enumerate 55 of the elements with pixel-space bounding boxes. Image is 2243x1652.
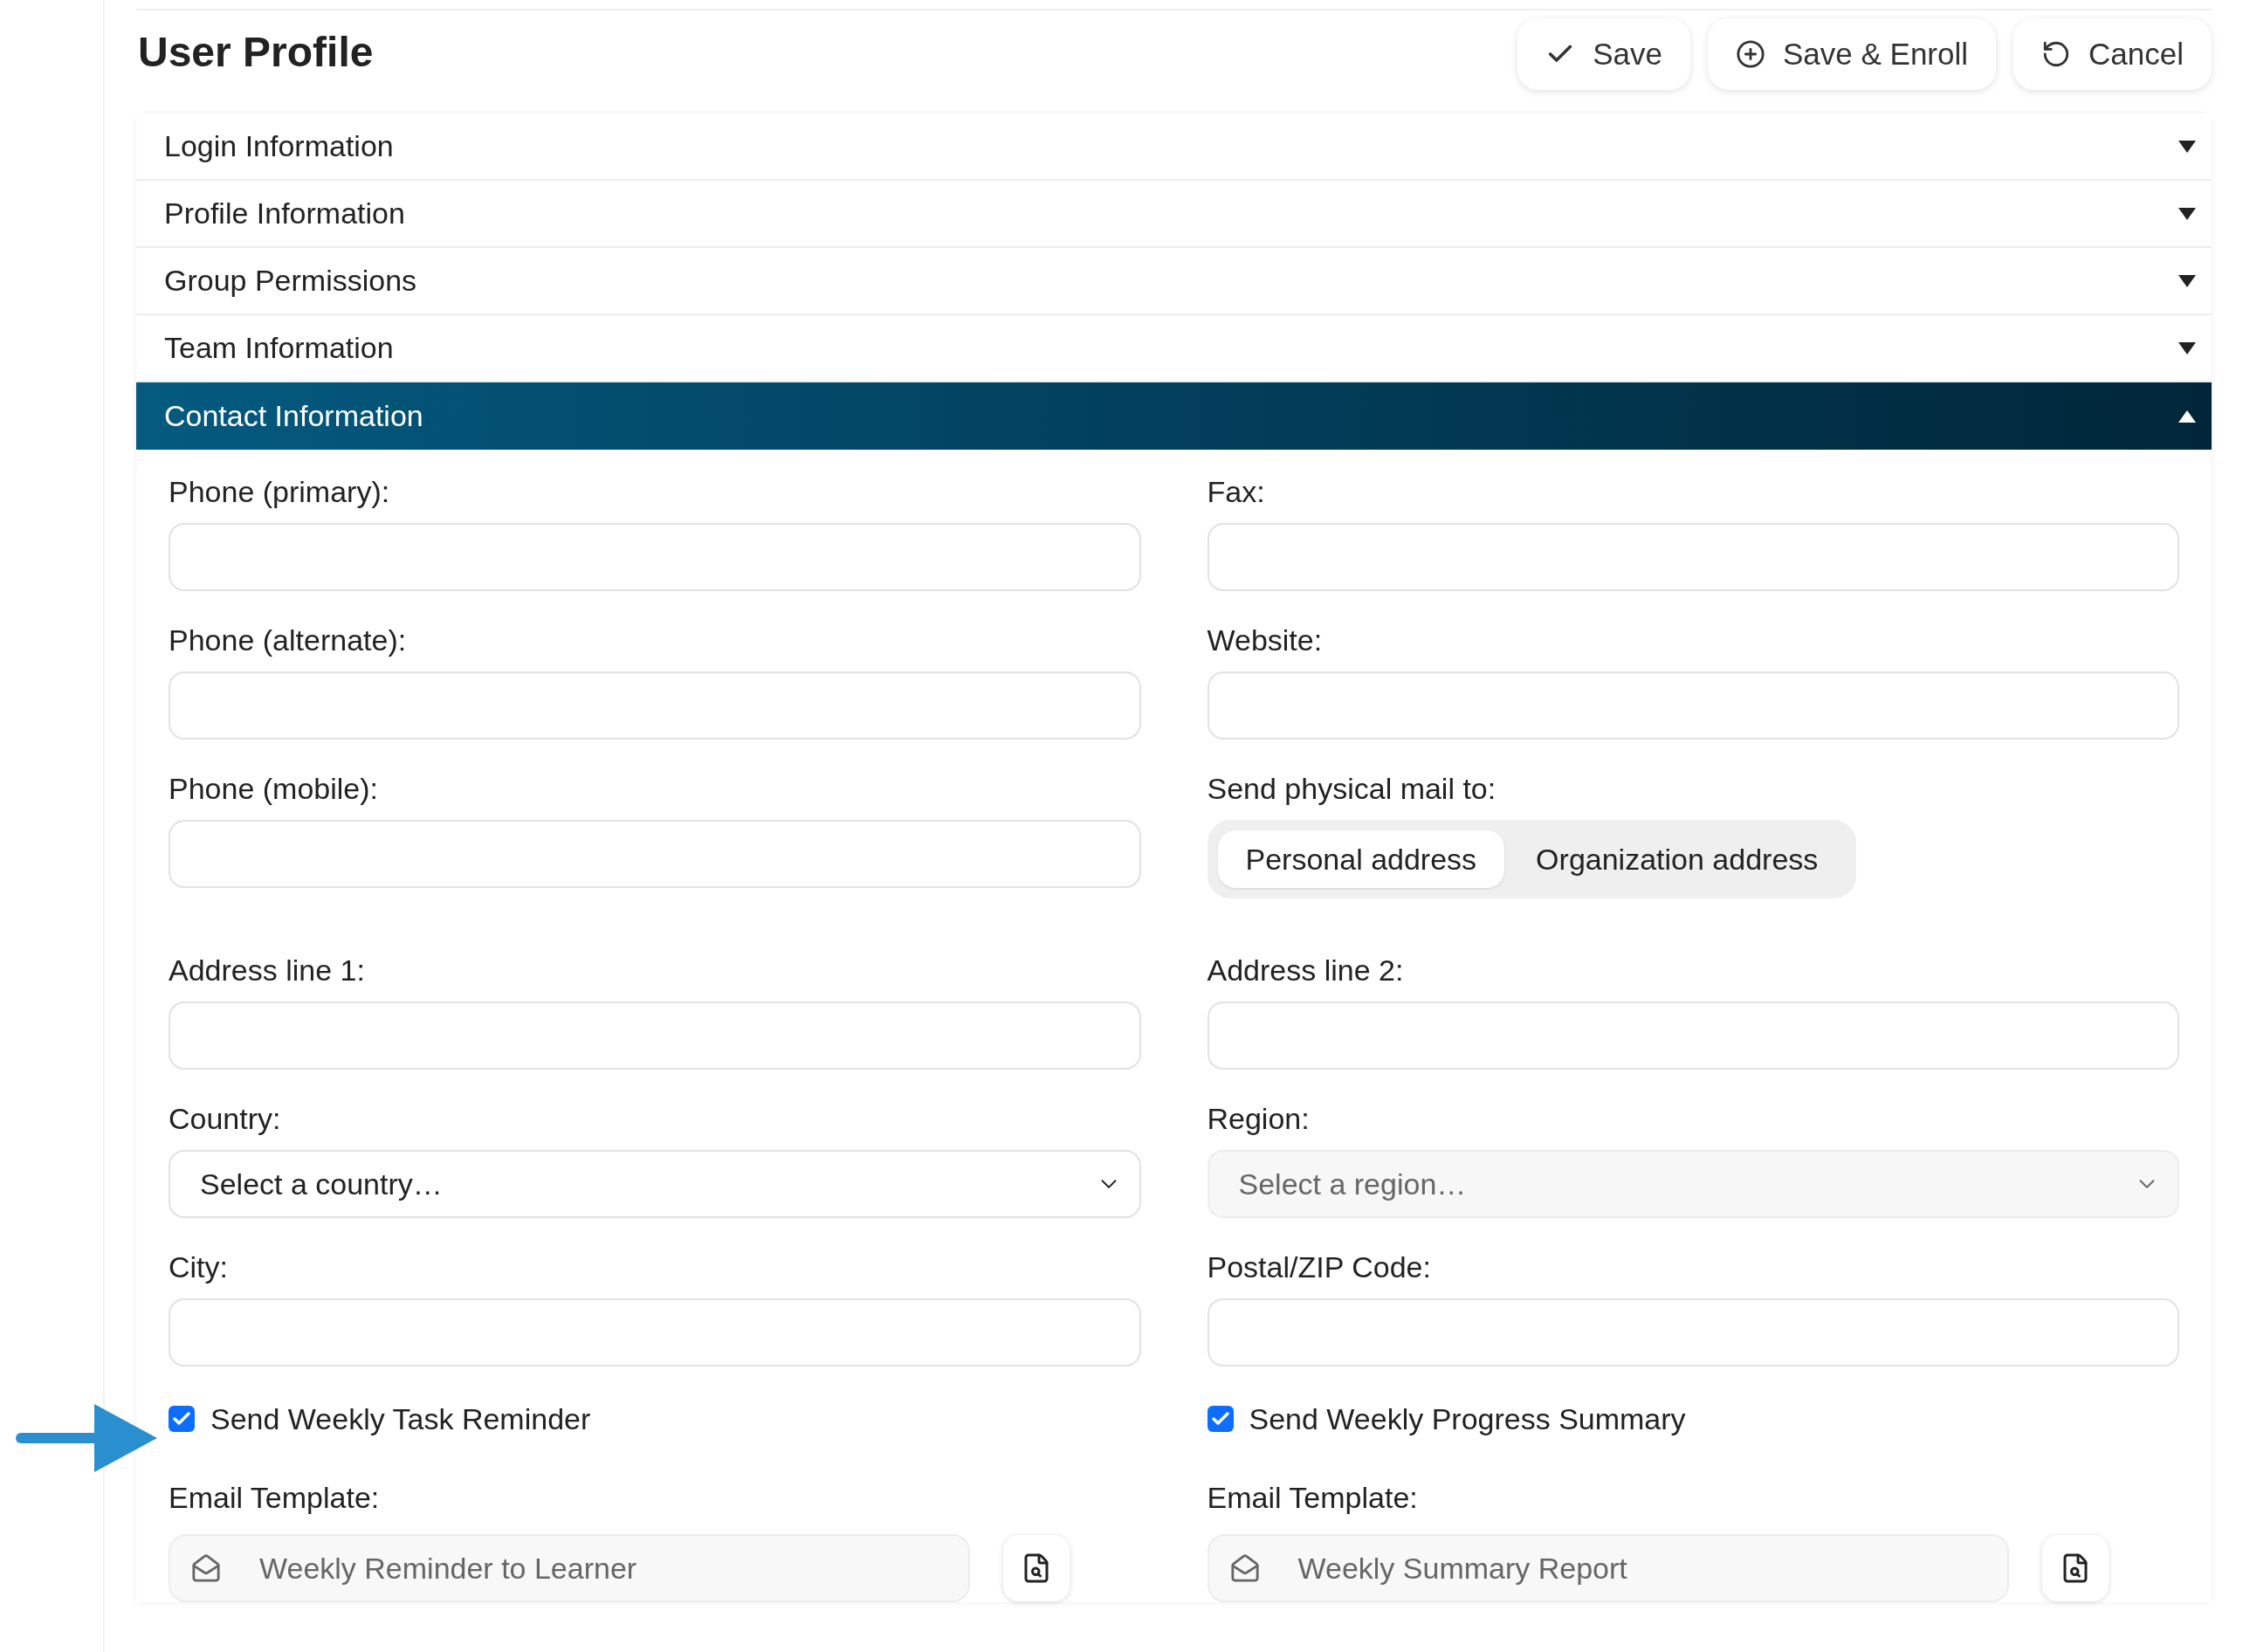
field-label: Region:	[1207, 1101, 1311, 1137]
input-field[interactable]	[1207, 671, 2179, 740]
segment-option[interactable]: Personal address	[1217, 830, 1505, 888]
checkbox-label: Send Weekly Task Reminder	[210, 1401, 591, 1437]
field-label: City:	[169, 1249, 229, 1285]
field-label: Phone (mobile):	[169, 771, 379, 807]
field-label: Fax:	[1207, 474, 1266, 510]
template-field[interactable]: Weekly Reminder to Learner	[169, 1534, 970, 1602]
template-name: Weekly Reminder to Learner	[259, 1550, 637, 1587]
template-field[interactable]: Weekly Summary Report	[1207, 1534, 2009, 1602]
preview-button[interactable]	[2041, 1535, 2109, 1601]
input-field[interactable]	[169, 523, 1141, 591]
triangle-up-icon	[2178, 410, 2196, 423]
field-label: Email Template:	[1207, 1480, 1419, 1516]
field-label: Email Template:	[169, 1480, 381, 1516]
checkbox[interactable]	[1207, 1406, 1234, 1432]
input-field[interactable]	[1207, 1002, 2179, 1070]
plus-circle-icon	[1736, 39, 1765, 69]
input-field[interactable]	[1207, 1298, 2179, 1366]
triangle-down-icon	[2178, 140, 2196, 153]
page-title: User Profile	[137, 28, 374, 77]
select-field[interactable]: Select a country…	[169, 1150, 1141, 1218]
triangle-down-icon	[2178, 274, 2196, 287]
select-placeholder: Select a country…	[200, 1166, 443, 1202]
triangle-down-icon	[2178, 207, 2196, 220]
field-label: Send physical mail to:	[1207, 771, 1497, 807]
triangle-down-icon	[2178, 341, 2196, 354]
accordion-header[interactable]: Contact Information	[136, 382, 2212, 450]
input-field[interactable]	[169, 1298, 1141, 1366]
select-placeholder: Select a region…	[1238, 1166, 1467, 1202]
input-field[interactable]	[169, 1002, 1141, 1070]
action-button[interactable]: Cancel	[2013, 18, 2212, 90]
checkbox-label: Send Weekly Progress Summary	[1249, 1401, 1686, 1437]
input-field[interactable]	[1207, 523, 2179, 591]
preview-button[interactable]	[1003, 1535, 1070, 1601]
accordion-header[interactable]: Login Information	[136, 114, 2212, 181]
field-label: Phone (primary):	[169, 474, 391, 510]
field-label: Postal/ZIP Code:	[1207, 1249, 1432, 1285]
field-label: Address line 2:	[1207, 953, 1405, 988]
field-label: Website:	[1207, 623, 1324, 658]
accordion-header[interactable]: Profile Information	[136, 181, 2212, 248]
accordion-header[interactable]: Group Permissions	[136, 248, 2212, 315]
action-button[interactable]: Save & Enroll	[1708, 18, 1997, 90]
accordion-header[interactable]: Team Information	[136, 315, 2212, 382]
action-button[interactable]: Save	[1517, 18, 1690, 90]
input-field[interactable]	[169, 671, 1141, 740]
field-label: Country:	[169, 1101, 282, 1137]
template-name: Weekly Summary Report	[1297, 1550, 1627, 1587]
field-label: Phone (alternate):	[169, 623, 408, 658]
segment-option[interactable]: Organization address	[1508, 830, 1847, 888]
mail-icon	[1229, 1553, 1260, 1583]
input-field[interactable]	[169, 820, 1141, 888]
field-label: Address line 1:	[169, 953, 366, 988]
checkbox[interactable]	[169, 1406, 195, 1432]
mail-icon	[191, 1553, 221, 1583]
